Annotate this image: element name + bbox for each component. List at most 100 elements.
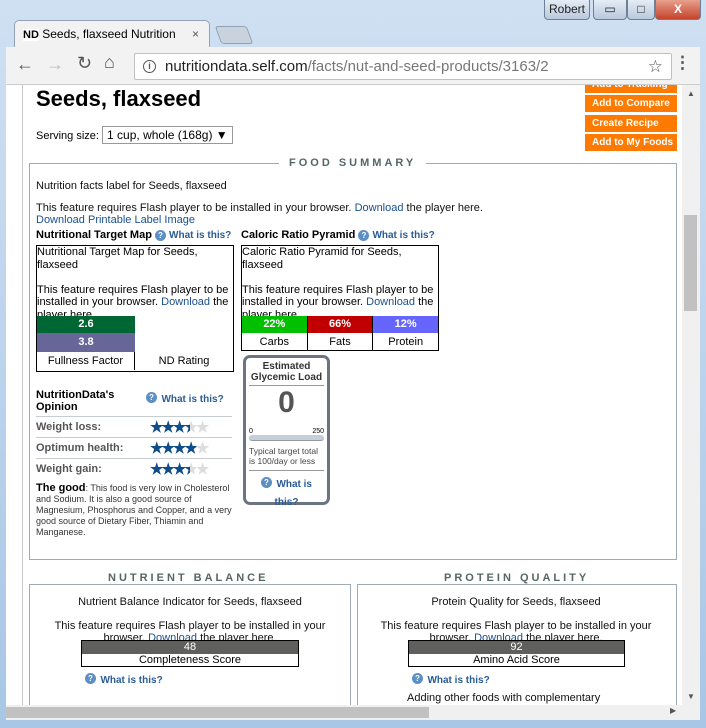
- star-icon: ★: [195, 419, 210, 436]
- pyramid-box: Caloric Ratio Pyramid for Seeds, flaxsee…: [241, 245, 439, 351]
- nd-rating-label: ND Rating: [158, 355, 210, 367]
- home-icon[interactable]: ⌂: [104, 52, 115, 73]
- minimize-button[interactable]: ▭: [593, 0, 627, 20]
- completeness-label: Completeness Score: [138, 654, 242, 666]
- bookmark-star-icon[interactable]: ☆: [648, 54, 663, 79]
- glycemic-note: Typical target total is 100/day or less: [249, 446, 324, 471]
- amino-acid-label: Amino Acid Score: [473, 654, 560, 666]
- star-icon: ★: [161, 461, 175, 478]
- scroll-down-icon[interactable]: ▼: [682, 692, 700, 701]
- download-link[interactable]: Download: [366, 296, 415, 308]
- what-is-this-link[interactable]: What is this?: [427, 675, 489, 686]
- opinion-label: Weight gain:: [36, 463, 102, 475]
- fullness-factor-label: Fullness Factor: [37, 352, 135, 370]
- what-is-this-link[interactable]: What is this?: [169, 230, 231, 241]
- help-icon[interactable]: ?: [146, 392, 157, 404]
- add-to-compare-button[interactable]: Add to Compare: [585, 95, 677, 112]
- add-to-tracking-button[interactable]: Add to Tracking: [585, 85, 677, 93]
- protein-quality-more: Adding other foods with complementary: [407, 692, 601, 704]
- protein-quality-legend: PROTEIN QUALITY: [434, 572, 600, 584]
- close-window-button[interactable]: X: [655, 0, 701, 20]
- page-content: Seeds, flaxseed Serving size: 1 cup, who…: [22, 85, 682, 720]
- amino-acid-value: 92: [409, 641, 624, 654]
- url-path: /facts/nut-and-seed-products/3163/2: [307, 58, 549, 75]
- star-icon: ★: [172, 440, 187, 457]
- opinion-row: Optimum health: ★★★★★: [36, 437, 232, 458]
- profile-button[interactable]: Robert: [544, 0, 590, 20]
- star-rating: ★★★★★: [150, 459, 210, 482]
- help-icon[interactable]: ?: [412, 673, 423, 685]
- glycemic-value: 0: [278, 386, 295, 419]
- create-recipe-button[interactable]: Create Recipe: [585, 115, 677, 132]
- info-icon[interactable]: i: [143, 60, 156, 73]
- reload-icon[interactable]: ↻: [77, 53, 92, 74]
- browser-tab[interactable]: ND Seeds, flaxseed Nutrition ×: [14, 20, 210, 48]
- fats-label: Fats: [308, 333, 374, 351]
- what-is-this-link[interactable]: What is this?: [372, 230, 434, 241]
- nd-rating-bar: 3.8: [37, 333, 135, 352]
- horizontal-scrollbar[interactable]: ▶: [6, 705, 700, 720]
- amino-acid-score: 92 Amino Acid Score: [408, 640, 625, 667]
- add-to-my-foods-button[interactable]: Add to My Foods: [585, 134, 677, 151]
- menu-icon[interactable]: ⋮: [674, 53, 691, 73]
- fullness-value-bar: 2.6: [37, 316, 135, 333]
- pyramid-bars: 22% 66% 12%: [242, 316, 439, 333]
- target-map-box: Nutritional Target Map for Seeds, flaxse…: [36, 245, 234, 372]
- horizontal-scroll-thumb[interactable]: [6, 707, 429, 718]
- scroll-up-icon[interactable]: ▲: [682, 89, 700, 98]
- download-link[interactable]: Download: [355, 202, 404, 214]
- the-good-text: The good: This food is very low in Chole…: [36, 482, 232, 538]
- completeness-score: 48 Completeness Score: [81, 640, 299, 667]
- help-icon[interactable]: ?: [260, 477, 272, 489]
- url-domain: nutritiondata.self.com: [165, 58, 308, 75]
- star-icon: ★: [150, 440, 164, 457]
- protein-label: Protein: [388, 336, 424, 348]
- what-is-this-link[interactable]: What is this?: [100, 675, 162, 686]
- protein-quality-text: Protein Quality for Seeds, flaxseed This…: [380, 596, 652, 644]
- nutrient-balance-text: Nutrient Balance Indicator for Seeds, fl…: [54, 596, 326, 644]
- opinion-label: Optimum health:: [36, 442, 124, 454]
- pyramid-title: Caloric Ratio Pyramid ? What is this?: [241, 229, 435, 241]
- opinion-label: Weight loss:: [36, 421, 102, 433]
- serving-label: Serving size:: [36, 130, 99, 142]
- protein-bar: 12%: [373, 316, 439, 333]
- download-link[interactable]: Download: [161, 296, 210, 308]
- address-bar[interactable]: i nutritiondata.self.com/facts/nut-and-s…: [134, 53, 672, 80]
- star-icon: ★: [161, 419, 175, 436]
- serving-value: 1 cup, whole (168g): [107, 128, 213, 142]
- carbs-bar: 22%: [242, 316, 308, 333]
- fats-bar: 66%: [307, 316, 374, 333]
- vertical-scroll-thumb[interactable]: [684, 215, 697, 311]
- forward-icon[interactable]: →: [46, 54, 64, 75]
- star-icon: ★: [184, 440, 198, 457]
- star-icon: ★: [161, 440, 175, 457]
- new-tab-button[interactable]: [214, 26, 254, 44]
- scroll-right-icon[interactable]: ▶: [670, 706, 676, 715]
- star-icon: ★: [150, 419, 164, 436]
- glycemic-title: Estimated Glycemic Load: [249, 358, 324, 386]
- completeness-value: 48: [82, 641, 298, 654]
- favicon: ND: [23, 29, 39, 41]
- target-map-caption: Nutritional Target Map for Seeds, flaxse…: [37, 246, 198, 271]
- vertical-scrollbar[interactable]: ▲ ▼: [682, 85, 700, 705]
- opinion-row: Weight gain: ★★★★★: [36, 458, 232, 479]
- glycemic-scale: 0 250: [249, 428, 324, 435]
- tab-close-icon[interactable]: ×: [192, 21, 199, 47]
- help-icon[interactable]: ?: [154, 229, 166, 241]
- back-icon[interactable]: ←: [16, 54, 34, 75]
- carbs-label: Carbs: [242, 333, 308, 351]
- pyramid-caption: Caloric Ratio Pyramid for Seeds, flaxsee…: [242, 246, 402, 271]
- what-is-this-link[interactable]: What is this?: [275, 479, 312, 508]
- what-is-this-link[interactable]: What is this?: [161, 394, 223, 405]
- tab-title: Seeds, flaxseed Nutrition: [42, 27, 176, 41]
- star-icon: ★: [195, 461, 210, 478]
- opinion-row: Weight loss: ★★★★★: [36, 416, 232, 437]
- action-buttons: Add to Tracking Add to Compare Create Re…: [585, 85, 677, 151]
- help-icon[interactable]: ?: [358, 229, 370, 241]
- maximize-button[interactable]: □: [627, 0, 655, 20]
- star-icon: ★: [172, 419, 187, 436]
- printable-label-link[interactable]: Download Printable Label Image: [36, 214, 195, 226]
- star-icon: ★: [195, 440, 210, 457]
- serving-select[interactable]: 1 cup, whole (168g) ▼: [102, 126, 233, 144]
- help-icon[interactable]: ?: [85, 673, 96, 685]
